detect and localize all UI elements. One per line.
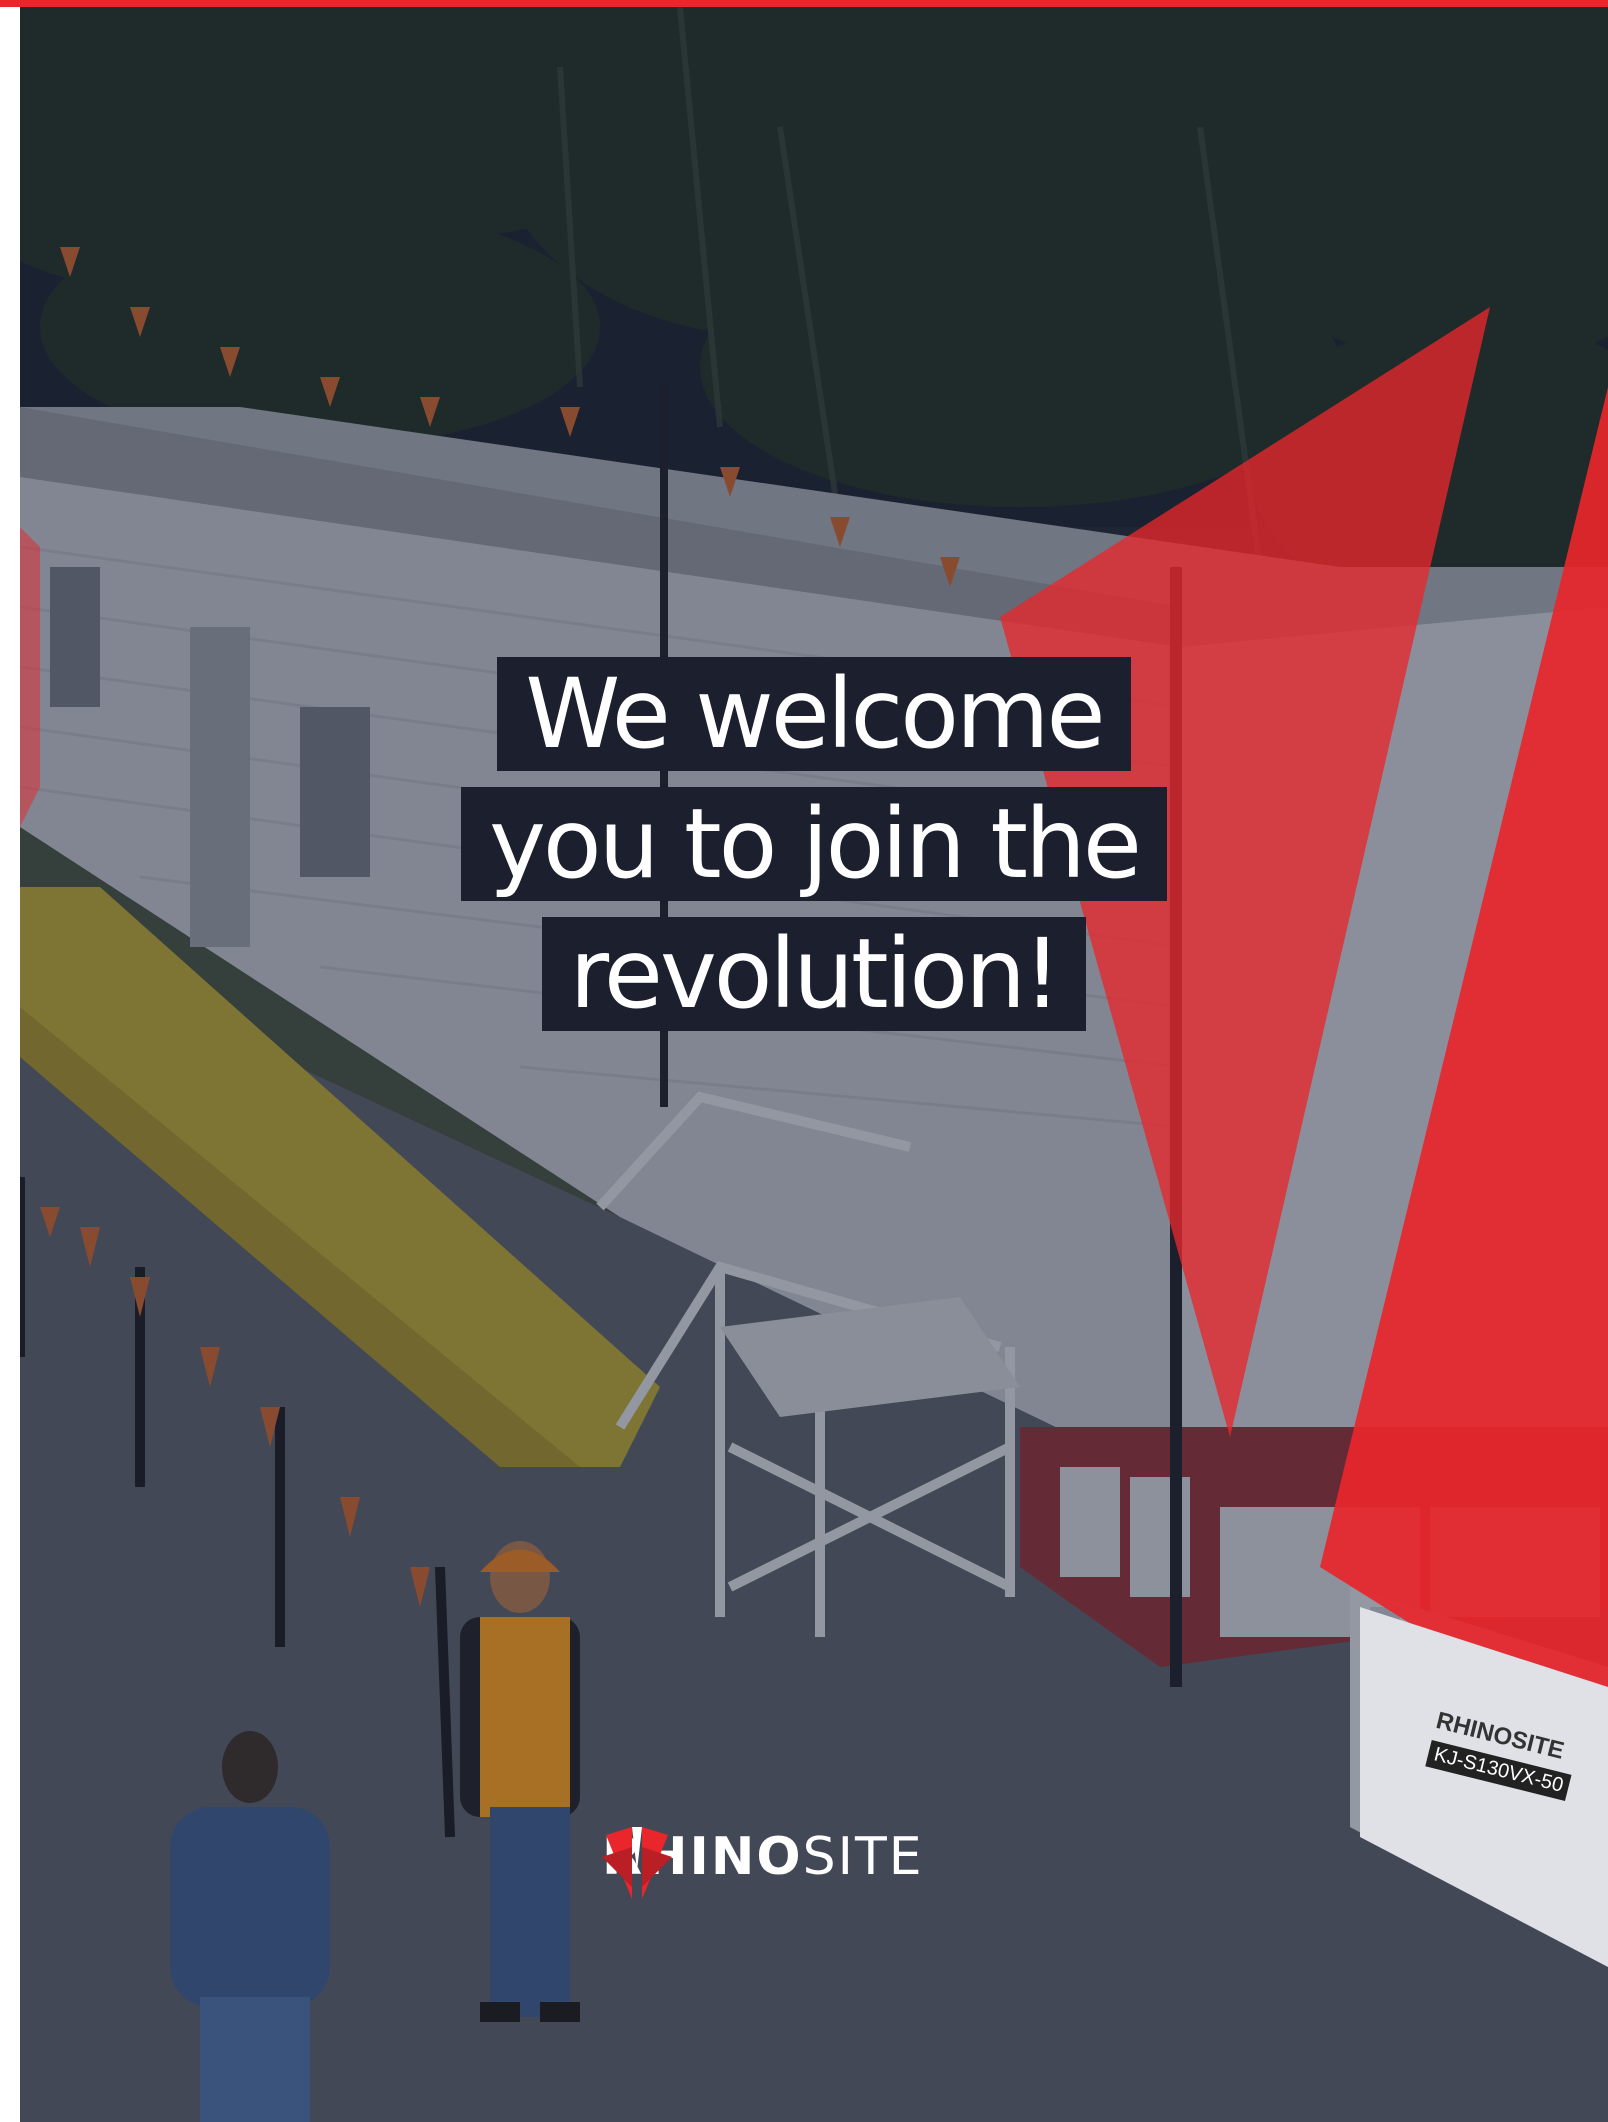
headline-line-1: We welcome — [497, 657, 1131, 771]
headline-line-2: you to join the — [461, 787, 1167, 901]
headline-line-3: revolution! — [541, 917, 1087, 1031]
logo-wordmark-light: SITE — [802, 1827, 924, 1887]
hero-background-scene: RHINOSITE KJ-S130VX-50 We welcome you to… — [20, 7, 1608, 2122]
rhinosite-logo-icon — [602, 1827, 672, 1899]
site-illustration — [20, 7, 1608, 2122]
headline-block: We welcome you to join the revolution! — [20, 657, 1608, 1047]
rhinosite-logo: RHINOSITE — [602, 1827, 924, 1899]
